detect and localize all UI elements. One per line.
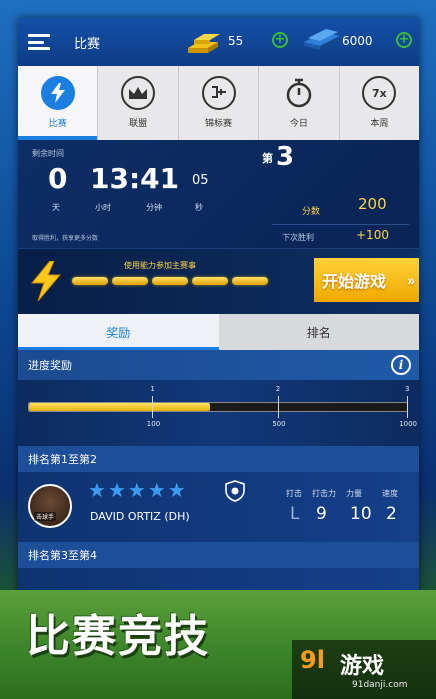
progress-reward-bar: 1 100 2 500 3 1000 [18,380,419,446]
tab-week[interactable]: 7x 本周 [340,66,419,140]
next-win-label: 下次胜利 [282,233,314,242]
milestone-tick [152,396,154,418]
energy-hint: 使用能力参加主赛事 [124,261,196,270]
seven-x-icon: 7x [362,76,397,110]
bracket-icon [201,76,236,110]
top-bar: 比赛 55 + 6000 + [18,18,419,66]
start-game-label: 开始游戏 [322,274,387,291]
unit-days: 天 [52,203,60,212]
countdown-panel: 剩余时间 0 13:41 05 天 小时 分钟 秒 第 3 分数 200 取得胜… [18,140,419,248]
tab-ranking[interactable]: 排名 [218,314,419,350]
info-icon[interactable]: i [391,355,411,375]
avatar [28,484,72,528]
stat-value: 2 [386,504,397,524]
win-hint: 取得胜利，获享更多分数 [32,235,99,242]
hours-minutes-value: 13:41 [90,162,180,195]
time-remaining-label: 剩余时间 [32,149,64,158]
star-icon: ★ [127,478,146,502]
menu-icon[interactable] [28,34,50,50]
cash-stack-icon [304,29,340,50]
start-game-button[interactable]: 开始游戏 » [314,258,419,302]
milestone-label: 1 [150,385,155,393]
stopwatch-icon [282,76,316,110]
rank-section-header: 排名第3至第4 [18,542,419,568]
milestone-threshold: 1000 [399,420,418,428]
stat-label: 力量 [346,489,362,498]
current-rank: 3 [276,142,295,172]
tab-label: 今日 [289,119,308,129]
stat-value: L [290,504,300,524]
tab-rewards[interactable]: 奖励 [18,314,219,350]
unit-minutes: 分钟 [146,203,162,212]
star-icon: ★ [147,478,166,502]
milestone-tick [277,396,279,418]
player-card[interactable]: 击球手 ★ ★ ★ ★ ★ DAVID ORTIZ (DH) 打击 L 打击力 9 力量 10 速度… [18,472,419,542]
star-rating: ★ ★ ★ ★ ★ [88,480,186,500]
score-label: 分数 [302,207,321,217]
energy-row: 使用能力参加主赛事 开始游戏 » [18,248,419,314]
stat-label: 打击力 [312,489,336,498]
banner-title: 比赛竞技 [26,611,210,662]
energy-segment [112,277,148,285]
position-tag: 击球手 [34,512,57,521]
energy-segment [72,277,108,285]
energy-bolt-icon [30,261,62,301]
tab-today[interactable]: 今日 [259,66,340,140]
progress-fill [29,403,211,411]
star-icon: ★ [88,478,106,502]
add-cash-icon[interactable]: + [396,32,412,48]
stat-label: 速度 [382,489,398,498]
gold-count: 55 [228,34,244,48]
energy-meter [72,277,268,285]
section-title: 进度奖励 [28,359,72,372]
stat-label: 打击 [286,489,302,498]
energy-segment [232,277,268,285]
milestone-threshold: 100 [146,420,161,428]
star-icon: ★ [167,478,186,502]
progress-track [28,402,408,412]
seconds-value: 05 [192,173,209,188]
chevron-right-icon: » [407,272,415,288]
shield-icon [225,480,245,502]
logo-text: 游戏 [340,654,385,679]
tab-label: 锦标赛 [205,119,233,129]
tab-match[interactable]: 比赛 [18,66,99,140]
energy-segment [152,277,188,285]
tab-label: 本周 [370,119,389,129]
gold-bars-icon [188,34,220,53]
tab-label: 比赛 [48,119,67,129]
star-icon: ★ [107,478,126,502]
player-name: DAVID ORTIZ (DH) [90,510,190,523]
unit-hours: 小时 [95,203,111,212]
stat-value: 10 [350,504,372,524]
milestone-threshold: 500 [272,420,286,428]
days-value: 0 [48,162,68,195]
content-tabs: 奖励 排名 [18,314,419,350]
milestone-label: 2 [275,385,281,393]
progress-reward-header: 进度奖励 i [18,350,419,380]
unit-seconds: 秒 [195,203,203,212]
rank-section-header: 排名第1至第2 [18,446,419,472]
milestone-tick [407,396,408,418]
tab-label: 联盟 [129,119,148,129]
logo-url: 91danji.com [352,680,408,690]
cash-count: 6000 [342,34,373,48]
add-gold-icon[interactable]: + [272,32,288,48]
mode-tabs: 比赛 联盟 锦标赛 今日 7x 本周 [18,66,419,140]
next-win-value: +100 [356,228,389,242]
rank-prefix: 第 [262,152,273,165]
tab-league[interactable]: 联盟 [98,66,179,140]
lightning-icon [40,76,75,110]
score-value: 200 [358,195,387,213]
stat-value: 9 [316,504,327,524]
divider [272,224,409,225]
logo-mark: 9l [300,646,325,674]
game-panel: 比赛 55 + 6000 + 比赛 联盟 锦标赛 今日 7x 本周 剩余时间 0… [18,18,419,608]
crown-icon [121,76,156,110]
milestone-label: 3 [405,385,410,393]
tab-tournament[interactable]: 锦标赛 [179,66,260,140]
page-title: 比赛 [74,36,101,52]
energy-segment [192,277,228,285]
